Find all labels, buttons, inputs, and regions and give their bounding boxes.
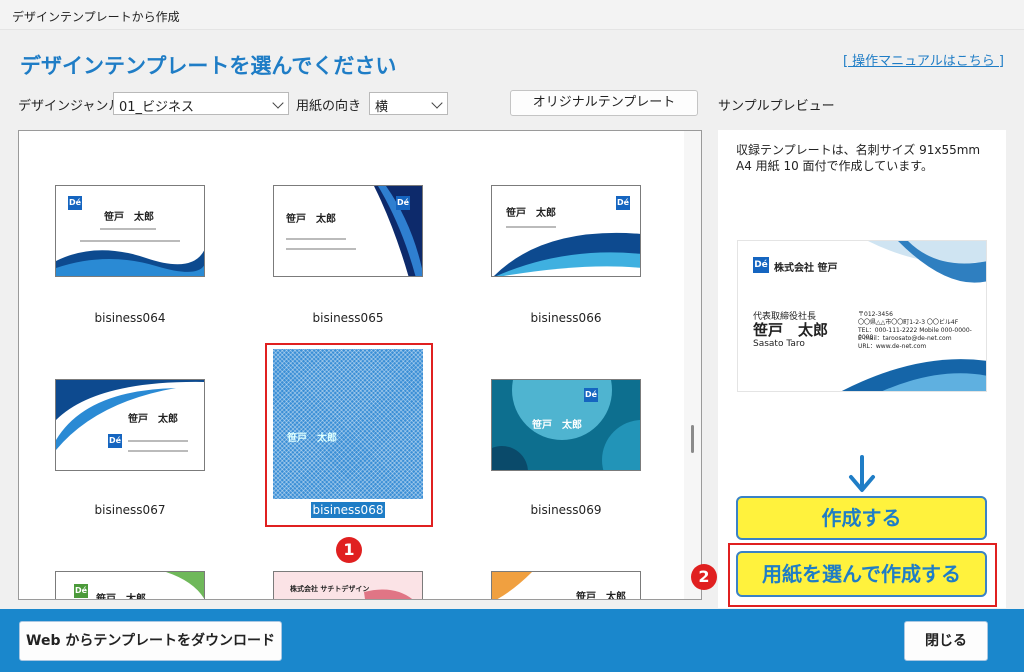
- template-card-partial[interactable]: Dé 笹戸 太郎: [55, 571, 205, 600]
- card-name: 笹戸 太郎: [532, 420, 582, 431]
- selected-caption: bisiness068: [310, 502, 386, 518]
- preview-card: Dé 株式会社 笹戸 代表取締役社長 笹戸 太郎 Sasato Taro 〒01…: [737, 240, 987, 392]
- template-caption[interactable]: bisiness064: [30, 311, 230, 325]
- template-card-bisiness065[interactable]: Dé 笹戸 太郎: [273, 185, 423, 277]
- logo-icon: Dé: [74, 584, 88, 598]
- step-badge-2: 2: [691, 564, 717, 590]
- card-name: 株式会社 サチトデザイン: [290, 585, 370, 593]
- preview-url: URL：www.de-net.com: [858, 343, 927, 350]
- preview-label: サンプルプレビュー: [718, 99, 835, 114]
- logo-icon: Dé: [753, 257, 769, 273]
- template-caption[interactable]: bisiness065: [248, 311, 448, 325]
- card-line: [128, 440, 188, 442]
- logo-icon: Dé: [584, 388, 598, 402]
- gallery-scrollbar[interactable]: [684, 131, 701, 599]
- arrow-down-icon: [849, 455, 875, 492]
- genre-select[interactable]: 01_ビジネス: [113, 92, 289, 115]
- original-template-button[interactable]: オリジナルテンプレート: [510, 90, 698, 116]
- template-caption[interactable]: bisiness067: [30, 503, 230, 517]
- orientation-select-value: 横: [375, 100, 389, 115]
- close-button[interactable]: 閉じる: [904, 621, 988, 661]
- template-card-bisiness067[interactable]: Dé 笹戸 太郎: [55, 379, 205, 471]
- genre-select-value: 01_ビジネス: [119, 100, 195, 115]
- template-gallery[interactable]: Dé 笹戸 太郎 bisiness064 Dé 笹戸 太郎 bisiness06…: [18, 130, 702, 600]
- footer-bar: Web からテンプレートをダウンロード 閉じる: [0, 609, 1024, 672]
- manual-link[interactable]: [ 操作マニュアルはこちら ]: [843, 50, 1004, 69]
- preview-company: 株式会社 笹戸: [774, 263, 838, 274]
- card-line: [286, 248, 356, 250]
- preview-description: 収録テンプレートは、名刺サイズ 91x55mm A4 用紙 10 面付で作成して…: [736, 143, 981, 173]
- template-card-bisiness064[interactable]: Dé 笹戸 太郎: [55, 185, 205, 277]
- template-card-partial[interactable]: 株式会社 サチトデザイン: [273, 571, 423, 599]
- template-card-bisiness069[interactable]: Dé 笹戸 太郎: [491, 379, 641, 471]
- card-name: 笹戸 太郎: [506, 208, 556, 219]
- logo-icon: Dé: [616, 196, 630, 210]
- card-line: [506, 226, 556, 228]
- scrollbar-thumb[interactable]: [691, 425, 694, 453]
- card-line: [286, 238, 346, 240]
- window-title: デザインテンプレートから作成: [0, 0, 1024, 30]
- download-templates-button[interactable]: Web からテンプレートをダウンロード: [19, 621, 282, 661]
- template-card-partial[interactable]: 笹戸 太郎: [491, 571, 641, 600]
- chevron-down-icon: [272, 97, 284, 109]
- card-name: 笹戸 太郎: [104, 212, 154, 223]
- card-line: [128, 450, 188, 452]
- create-button[interactable]: 作成する: [736, 496, 987, 540]
- logo-icon: Dé: [108, 434, 122, 448]
- card-line: [100, 228, 156, 230]
- chevron-down-icon: [431, 97, 443, 109]
- card-name: 笹戸 太郎: [286, 214, 336, 225]
- template-caption[interactable]: bisiness069: [466, 503, 666, 517]
- card-name: 笹戸 太郎: [128, 414, 178, 425]
- template-card-bisiness066[interactable]: Dé 笹戸 太郎: [491, 185, 641, 277]
- logo-icon: Dé: [396, 196, 410, 210]
- selection-frame: [265, 343, 433, 527]
- genre-label: デザインジャンル: [18, 99, 122, 114]
- orientation-select[interactable]: 横: [369, 92, 448, 115]
- orientation-label: 用紙の向き: [296, 99, 362, 114]
- create-with-paper-button[interactable]: 用紙を選んで作成する: [736, 551, 987, 597]
- card-name: 笹戸 太郎: [576, 592, 626, 600]
- preview-romaji: Sasato Taro: [753, 339, 805, 349]
- page-title: デザインテンプレートを選んでください: [20, 54, 397, 78]
- logo-icon: Dé: [68, 196, 82, 210]
- template-caption[interactable]: bisiness066: [466, 311, 666, 325]
- template-caption[interactable]: bisiness068: [248, 502, 448, 518]
- preview-name: 笹戸 太郎: [753, 321, 829, 339]
- card-line: [80, 240, 180, 242]
- step-badge-1: 1: [336, 537, 362, 563]
- card-name: 笹戸 太郎: [96, 594, 146, 600]
